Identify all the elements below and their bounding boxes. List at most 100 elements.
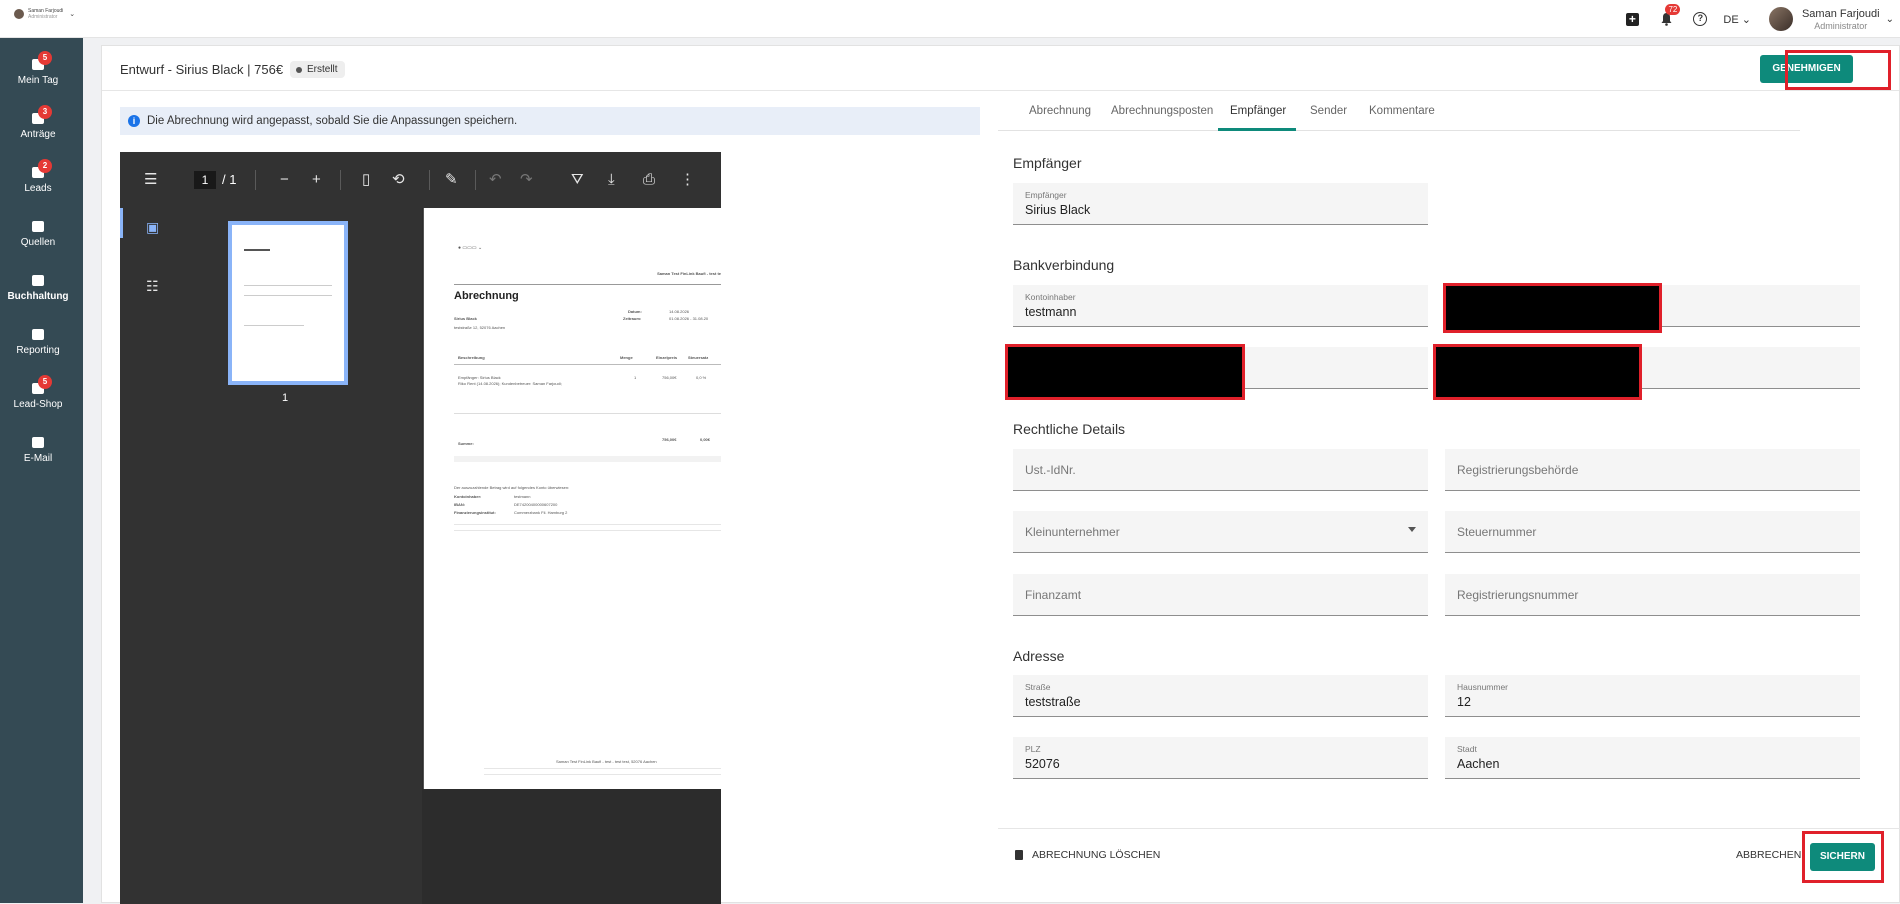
stadt-field[interactable]: Stadt Aachen <box>1445 737 1860 779</box>
hausnummer-field[interactable]: Hausnummer 12 <box>1445 675 1860 717</box>
annotate-icon[interactable]: ✎ <box>445 171 458 189</box>
sidebar-item-leads[interactable]: 2 Leads <box>0 159 76 194</box>
cancel-button[interactable]: ABBRECHEN <box>1736 849 1801 861</box>
field-value: testmann <box>1025 305 1077 319</box>
doc-holder: testmann <box>514 494 531 499</box>
sidebar-item-email[interactable]: E-Mail <box>0 437 76 464</box>
thumb-line <box>244 295 332 296</box>
tab-bar: Abrechnung Abrechnungsposten Empfänger S… <box>998 91 1800 131</box>
doc-logo: ● ▭▭▭ ⌄ <box>458 245 483 251</box>
field-label: Hausnummer <box>1457 682 1509 692</box>
redo-icon[interactable]: ↷ <box>520 171 533 189</box>
chevron-down-icon[interactable]: ⌄ <box>1886 14 1894 25</box>
sidebar-item-label: Quellen <box>20 237 56 248</box>
page-thumbnail[interactable] <box>228 221 348 385</box>
zoom-out-icon[interactable]: − <box>280 171 289 189</box>
language-select[interactable]: DE ⌄ <box>1723 13 1751 26</box>
doc-item-price: 756,00€ <box>662 375 677 380</box>
doc-rule <box>454 530 721 531</box>
doc-iban-label: IBAN: <box>454 502 466 507</box>
doc-zeitraum: 01.08.2026 - 31.08.20 <box>669 316 709 321</box>
sidebar-item-buchhaltung[interactable]: Buchhaltung <box>0 275 76 302</box>
delete-button[interactable]: ABRECHNUNG LÖSCHEN <box>1015 849 1160 861</box>
doc-heading: Abrechnung <box>454 290 519 302</box>
notifications-button[interactable]: 72 <box>1655 4 1681 30</box>
doc-holder-label: Kontoinhaber: <box>454 494 482 499</box>
kontoinhaber-field[interactable]: Kontoinhaber testmann <box>1013 285 1428 327</box>
main-card: Entwurf - Sirius Black | 756€ Erstellt G… <box>101 45 1900 904</box>
sidebar-item-label: Leads <box>24 183 52 194</box>
tab-abrechnung[interactable]: Abrechnung <box>1029 105 1091 117</box>
highlight-box <box>1802 831 1884 883</box>
doc-rule <box>484 768 721 769</box>
sidebar-badge: 2 <box>38 159 52 173</box>
language-value: DE <box>1723 13 1739 26</box>
outline-icon[interactable]: ☷ <box>146 277 159 295</box>
page-number-input[interactable]: 1 <box>194 171 216 189</box>
sidebar-item-quellen[interactable]: Quellen <box>0 221 76 248</box>
field-label: Empfänger <box>1025 190 1067 200</box>
doc-item-line2: Riko Rent (14.08.2026); Kundenbetreuer: … <box>458 381 562 386</box>
menu-icon[interactable]: ☰ <box>144 171 157 189</box>
add-button[interactable]: + <box>1621 8 1643 30</box>
registrierungsnummer-field[interactable]: Registrierungsnummer <box>1445 574 1860 616</box>
steuernummer-field[interactable]: Steuernummer <box>1445 511 1860 553</box>
doc-col-desc: Beschreibung <box>458 355 485 360</box>
sidebar-item-lead-shop[interactable]: 5 Lead-Shop <box>0 375 76 410</box>
tab-kommentare[interactable]: Kommentare <box>1369 105 1435 117</box>
doc-rule <box>454 456 721 462</box>
add-to-drive-icon[interactable]: ⛛ <box>571 171 584 189</box>
divider <box>255 170 256 190</box>
active-indicator <box>120 208 123 238</box>
sidebar-item-antraege[interactable]: 3 Anträge <box>0 105 76 140</box>
undo-icon[interactable]: ↶ <box>489 171 502 189</box>
doc-transfer-text: Der auszuzahlende Betrag wird auf folgen… <box>454 485 570 490</box>
fit-page-icon[interactable]: ▯ <box>362 171 370 189</box>
trash-icon <box>1015 850 1023 860</box>
plz-field[interactable]: PLZ 52076 <box>1013 737 1428 779</box>
ust-id-field[interactable]: Ust.-IdNr. <box>1013 449 1428 491</box>
highlight-box <box>1443 283 1662 333</box>
sidebar-item-reporting[interactable]: Reporting <box>0 329 76 356</box>
finanzamt-field[interactable]: Finanzamt <box>1013 574 1428 616</box>
sidebar-item-label: E-Mail <box>23 453 53 464</box>
section-bankverbindung: Bankverbindung <box>1013 257 1115 273</box>
mail-icon <box>32 437 44 448</box>
thumbnails-icon[interactable]: ▣ <box>146 218 159 236</box>
doc-item-qty: 1 <box>634 375 637 380</box>
user-menu[interactable]: Saman Farjoudi Administrator <box>1802 8 1880 31</box>
account-switcher[interactable]: Saman Farjoudi Administrator ⌄ <box>14 8 75 20</box>
sidebar-item-mein-tag[interactable]: 5 Mein Tag <box>0 51 76 86</box>
notification-badge: 72 <box>1665 4 1681 15</box>
print-icon[interactable]: ⎙ <box>643 171 655 189</box>
doc-sum-tax: 0,00€ <box>700 437 711 442</box>
field-value: Aachen <box>1457 757 1500 771</box>
tab-sender[interactable]: Sender <box>1310 105 1347 117</box>
small-avatar <box>14 9 24 19</box>
field-placeholder: Registrierungsnummer <box>1457 588 1579 602</box>
thumb-line <box>244 285 332 286</box>
avatar[interactable] <box>1768 7 1793 31</box>
help-button[interactable]: ? <box>1689 8 1711 30</box>
page-total: / 1 <box>222 172 237 187</box>
empfaenger-field[interactable]: Empfänger Sirius Black <box>1013 183 1428 225</box>
strasse-field[interactable]: Straße teststraße <box>1013 675 1428 717</box>
sidebar-item-label: Reporting <box>16 345 60 356</box>
more-icon[interactable]: ⋮ <box>680 171 695 189</box>
registrierungsbehoerde-field[interactable]: Registrierungsbehörde <box>1445 449 1860 491</box>
info-text: Die Abrechnung wird angepasst, sobald Si… <box>147 115 518 127</box>
download-icon[interactable]: ⤓ <box>608 171 615 189</box>
zoom-in-icon[interactable]: + <box>312 171 321 189</box>
tab-empfaenger[interactable]: Empfänger <box>1230 105 1286 117</box>
kleinunternehmer-select[interactable]: Kleinunternehmer <box>1013 511 1428 553</box>
doc-sum-value: 756,00€ <box>662 437 677 442</box>
tab-abrechnungsposten[interactable]: Abrechnungsposten <box>1111 105 1213 117</box>
info-icon: i <box>128 115 140 127</box>
section-rechtliche-details: Rechtliche Details <box>1013 421 1126 437</box>
field-value: 52076 <box>1025 757 1060 771</box>
pdf-page: ● ▭▭▭ ⌄ Saman Test FinLink Baufi - test … <box>423 208 721 789</box>
highlight-box <box>1005 344 1245 400</box>
rotate-icon[interactable]: ⟲ <box>392 171 405 189</box>
doc-recipient: Sirius Black <box>454 316 477 321</box>
field-label: Kontoinhaber <box>1025 292 1076 302</box>
